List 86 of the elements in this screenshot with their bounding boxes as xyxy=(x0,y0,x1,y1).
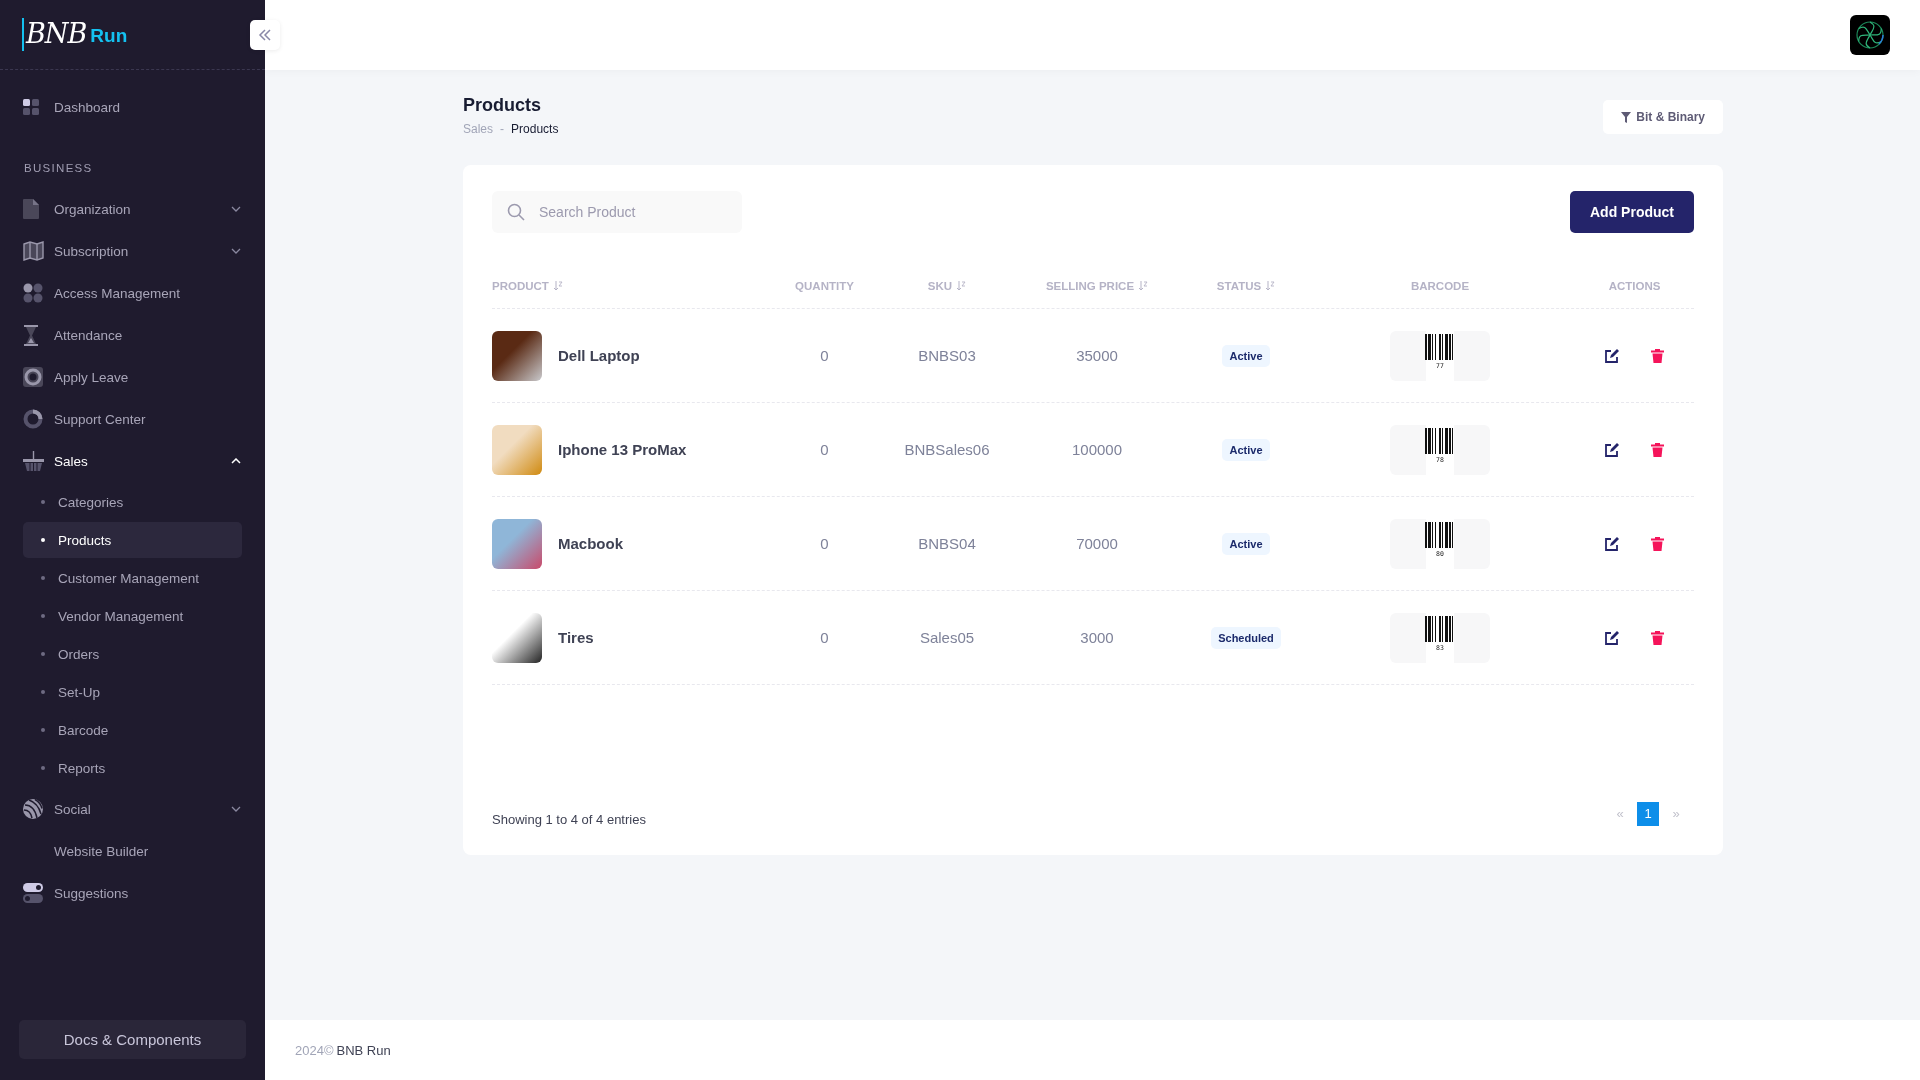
submenu-item[interactable]: Barcode xyxy=(23,712,242,748)
sidebar-item[interactable]: Website Builder xyxy=(23,830,242,872)
table-cell: BNBS04 xyxy=(918,535,976,552)
docs-button[interactable]: Docs & Components xyxy=(19,1020,246,1059)
status-badge: Scheduled xyxy=(1211,626,1281,649)
table-cell: 0 xyxy=(820,535,829,552)
table-cell: 100000 xyxy=(1071,441,1123,458)
submenu-item[interactable]: Categories xyxy=(23,484,242,520)
table-cell: 0 xyxy=(820,629,829,646)
product-name[interactable]: Iphone 13 ProMax xyxy=(558,441,687,458)
product-photo-placeholder xyxy=(492,518,542,569)
column-header: ACTIONS xyxy=(1608,279,1661,292)
trash-icon[interactable] xyxy=(1649,628,1666,647)
sidebar-item[interactable]: Suggestions xyxy=(23,872,242,914)
sidebar-item[interactable]: Access Management xyxy=(23,272,242,314)
trash-icon[interactable] xyxy=(1649,346,1666,365)
submenu-item[interactable]: Reports xyxy=(23,750,242,786)
file-icon xyxy=(23,199,39,219)
sidebar-item[interactable]: Social xyxy=(23,788,242,830)
collapse-button[interactable] xyxy=(250,20,280,50)
submenu-item[interactable]: Orders xyxy=(23,636,242,672)
trash-icon[interactable] xyxy=(1649,440,1666,459)
table-cell: 0 xyxy=(820,347,829,364)
product-name[interactable]: Tires xyxy=(558,629,594,646)
status-badge: Active xyxy=(1222,438,1270,461)
sort-icon xyxy=(956,280,967,291)
edit-icon[interactable] xyxy=(1603,628,1621,647)
sidebar-item[interactable]: Support Center xyxy=(23,398,242,440)
map-icon xyxy=(23,241,44,261)
status-badge: Active xyxy=(1222,344,1270,367)
sidebar-item[interactable]: Organization xyxy=(23,188,242,230)
trash-icon[interactable] xyxy=(1649,534,1666,553)
copyright-year: 2024© xyxy=(295,1042,334,1058)
search-field[interactable]: Search Product xyxy=(492,191,742,233)
product-photo-placeholder xyxy=(492,330,542,381)
submenu-item[interactable]: Set-Up xyxy=(23,674,242,710)
table-cell: BNBS03 xyxy=(918,347,976,364)
breadcrumb-separator: - xyxy=(500,122,505,136)
table-cell: Sales05 xyxy=(919,629,975,646)
search-icon xyxy=(507,203,525,221)
column-header: BARCODE xyxy=(1410,279,1470,292)
avatar-icon[interactable] xyxy=(1850,15,1890,55)
logo-name: Run xyxy=(90,24,128,48)
filter-icon xyxy=(1621,111,1632,123)
table-cell: 3000 xyxy=(1080,629,1114,646)
sort-icon xyxy=(1265,280,1276,291)
entries-summary: Showing 1 to 4 of 4 entries xyxy=(492,812,646,827)
hourglass-icon xyxy=(23,324,39,346)
basket-icon xyxy=(23,451,44,471)
sort-icon xyxy=(1138,280,1149,291)
double-chevron-left-icon xyxy=(258,28,272,42)
submenu-item[interactable]: Customer Management xyxy=(23,560,242,596)
grid-icon xyxy=(23,99,39,115)
status-badge: Active xyxy=(1222,532,1270,555)
table-cell: 35000 xyxy=(1076,347,1118,364)
column-header: QUANTITY xyxy=(795,279,854,292)
product-name[interactable]: Dell Laptop xyxy=(558,347,640,364)
submenu-item[interactable]: Products xyxy=(23,522,242,558)
sidebar-item[interactable]: Apply Leave xyxy=(23,356,242,398)
lifebuoy-icon xyxy=(23,367,43,387)
section-heading: BUSINESS xyxy=(23,162,94,174)
sidebar-item[interactable]: Attendance xyxy=(23,314,242,356)
toggle-icon xyxy=(23,883,43,903)
filter-button[interactable]: Bit & Binary xyxy=(1603,100,1723,134)
edit-icon[interactable] xyxy=(1603,534,1621,553)
table-cell: 70000 xyxy=(1076,535,1118,552)
edit-icon[interactable] xyxy=(1603,440,1621,459)
sidebar-item[interactable]: Subscription xyxy=(23,230,242,272)
footer-brand-link[interactable]: BNB Run xyxy=(336,1042,391,1058)
sidebar-item[interactable]: Dashboard xyxy=(23,86,242,128)
donut-chart-icon xyxy=(23,409,43,429)
add-product-button[interactable]: Add Product xyxy=(1570,191,1694,233)
product-name[interactable]: Macbook xyxy=(558,535,623,552)
submenu-item[interactable]: Vendor Management xyxy=(23,598,242,634)
table-cell: 0 xyxy=(820,441,829,458)
logo-mark: BNB xyxy=(22,18,87,51)
search-input[interactable]: Search Product xyxy=(537,203,721,221)
table-cell: BNBSales06 xyxy=(904,441,990,458)
product-photo-placeholder xyxy=(492,424,542,475)
yarn-ball-icon xyxy=(23,799,43,819)
circles-icon xyxy=(23,283,43,303)
page-title: Products xyxy=(463,95,542,116)
sidebar-item[interactable]: Sales xyxy=(23,440,242,482)
breadcrumb-item: Products xyxy=(511,122,559,136)
sort-icon xyxy=(552,280,563,291)
edit-icon[interactable] xyxy=(1603,346,1621,365)
